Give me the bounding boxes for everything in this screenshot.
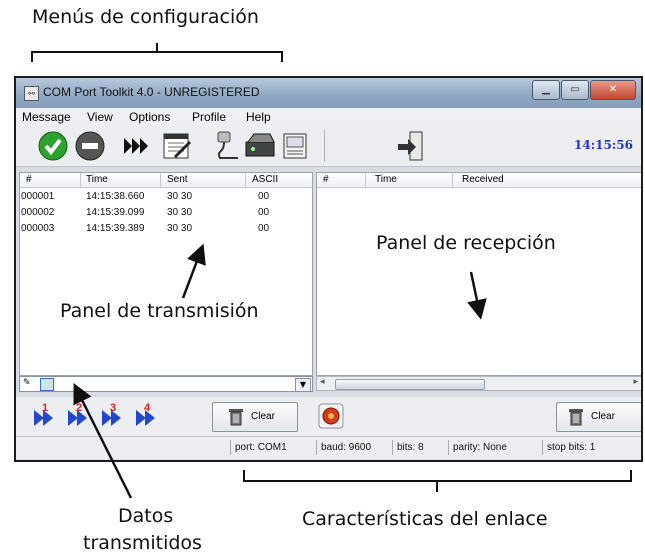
send-icon[interactable] (124, 137, 150, 155)
minimize-button[interactable]: ▁ (532, 80, 560, 100)
cell-time: 14:15:38.660 (86, 191, 145, 202)
annotation-transmit-panel: Panel de transmisión (60, 300, 259, 322)
transmit-panel: # Time Sent ASCII 000001 14:15:38.660 30… (19, 172, 313, 376)
app-icon: ⚯ (24, 86, 39, 101)
sent-col-ascii[interactable]: ASCII (252, 174, 278, 185)
hex-data-chip[interactable] (40, 378, 54, 391)
cell-time: 14:15:39.389 (86, 223, 145, 234)
sent-col-number[interactable]: # (26, 174, 32, 185)
clear-received-button[interactable]: Clear (556, 402, 641, 432)
annotation-receive-panel: Panel de recepción (376, 232, 556, 254)
status-bar: port: COM1 baud: 9600 bits: 8 parity: No… (16, 436, 641, 459)
cell-ascii: 00 (258, 207, 270, 218)
recv-col-number[interactable]: # (323, 174, 329, 185)
macro-button-2[interactable]: 2 (68, 402, 94, 430)
macro-number: 3 (110, 402, 117, 414)
stop-record-icon[interactable] (318, 403, 344, 429)
table-row[interactable]: 000002 14:15:39.099 30 30 00 (20, 207, 312, 220)
macro-button-4[interactable]: 4 (136, 402, 162, 430)
recv-table-header: # Time Received (317, 173, 641, 188)
serial-cable-icon[interactable] (212, 130, 242, 162)
macro-button-3[interactable]: 3 (102, 402, 128, 430)
open-port-icon[interactable] (38, 131, 68, 161)
macro-button-1[interactable]: 1 (34, 402, 60, 430)
menu-view[interactable]: View (87, 110, 113, 124)
receive-panel: # Time Received (316, 172, 641, 376)
cell-time: 14:15:39.099 (86, 207, 145, 218)
menu-profile[interactable]: Profile (192, 110, 226, 124)
scroll-left-icon[interactable]: ◂ (320, 377, 325, 387)
terminal-icon[interactable] (282, 132, 308, 160)
exit-icon[interactable] (396, 130, 426, 162)
macro-number: 4 (144, 402, 151, 414)
cell-number: 000003 (21, 223, 55, 234)
close-port-icon[interactable] (75, 131, 105, 161)
recv-col-received[interactable]: Received (462, 174, 504, 185)
annotation-sent-data-2: transmitidos (83, 532, 202, 554)
menu-message[interactable]: Message (22, 110, 71, 124)
sent-col-sent[interactable]: Sent (167, 174, 188, 185)
cell-number: 000001 (21, 191, 55, 202)
macro-number: 1 (42, 402, 49, 414)
menu-help[interactable]: Help (246, 110, 271, 124)
close-button[interactable]: ✕ (590, 80, 636, 100)
scroll-right-icon[interactable]: ▸ (633, 377, 638, 387)
cell-ascii: 00 (258, 223, 270, 234)
app-window: ⚯ COM Port Toolkit 4.0 - UNREGISTERED ▁ … (14, 76, 643, 462)
clock: 14:15:56 (574, 138, 633, 152)
title-bar[interactable]: ⚯ COM Port Toolkit 4.0 - UNREGISTERED ▁ … (16, 78, 641, 108)
window-title: COM Port Toolkit 4.0 - UNREGISTERED (43, 85, 260, 99)
cell-sent: 30 30 (167, 223, 193, 234)
menu-options[interactable]: Options (129, 110, 170, 124)
chevron-down-icon[interactable]: ▼ (295, 378, 311, 392)
cell-sent: 30 30 (167, 191, 193, 202)
bottom-bar: 1 2 3 4 Clear Clear (16, 397, 641, 437)
sent-data-input[interactable]: ✎ ▼ (19, 376, 313, 392)
recv-col-time[interactable]: Time (375, 174, 397, 185)
annotation-sent-data-1: Datos (118, 505, 174, 527)
clear-received-label: Clear (591, 411, 615, 422)
trash-icon (229, 409, 243, 426)
bracket-menus (31, 43, 283, 62)
pin-icon[interactable]: ✎ (23, 378, 31, 388)
trash-icon (569, 409, 583, 426)
cell-number: 000002 (21, 207, 55, 218)
horizontal-scrollbar[interactable]: ◂ ▸ (316, 376, 641, 391)
macro-number: 2 (76, 402, 83, 414)
status-baud: baud: 9600 (316, 440, 391, 455)
scrollbar-thumb[interactable] (335, 379, 485, 390)
toolbar: 14:15:56 (16, 126, 641, 167)
table-row[interactable]: 000003 14:15:39.389 30 30 00 (20, 223, 312, 236)
cell-ascii: 00 (258, 191, 270, 202)
toolbar-separator (324, 130, 325, 162)
status-stop-bits: stop bits: 1 (542, 440, 639, 455)
modem-icon[interactable] (244, 132, 276, 160)
menu-bar: Message View Options Profile Help (16, 108, 641, 127)
sent-col-time[interactable]: Time (86, 174, 108, 185)
table-row[interactable]: 000001 14:15:38.660 30 30 00 (20, 191, 312, 204)
maximize-button[interactable]: ▭ (561, 80, 589, 100)
clear-sent-label: Clear (251, 411, 275, 422)
status-parity: parity: None (448, 440, 539, 455)
clear-sent-button[interactable]: Clear (212, 402, 298, 432)
cell-sent: 30 30 (167, 207, 193, 218)
table-settings-icon[interactable] (162, 131, 192, 161)
sent-table-header: # Time Sent ASCII (20, 173, 312, 188)
status-port: port: COM1 (230, 440, 317, 455)
status-bits: bits: 8 (392, 440, 447, 455)
annotation-link: Características del enlace (302, 508, 548, 530)
